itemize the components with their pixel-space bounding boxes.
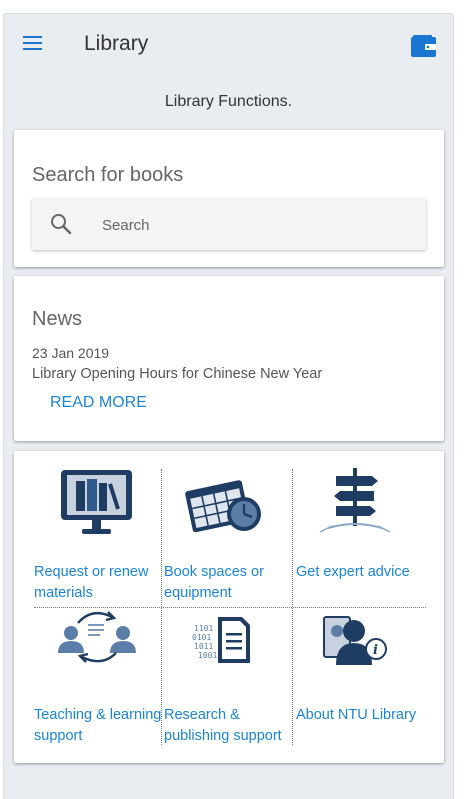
svg-text:0101: 0101: [192, 633, 211, 642]
wallet-icon[interactable]: [411, 35, 436, 57]
grid-divider: [34, 607, 426, 608]
tile-label: Book spaces or equipment: [164, 564, 264, 601]
search-icon: [51, 214, 72, 235]
svg-text:1001: 1001: [198, 651, 217, 660]
tile-request-renew[interactable]: Request or renew materials: [28, 466, 158, 606]
news-card: News 23 Jan 2019 Library Opening Hours f…: [14, 276, 444, 441]
app-frame: Library Library Functions. Search for bo…: [4, 14, 453, 799]
section-subtitle: Library Functions.: [164, 93, 293, 110]
signpost-icon: [290, 466, 420, 541]
app-bar: Library: [4, 14, 453, 76]
search-bar[interactable]: [32, 198, 426, 250]
search-input[interactable]: [100, 210, 404, 240]
tile-research-publishing[interactable]: 1101 0101 1011 1001 Research & publishin…: [158, 609, 288, 749]
binary-document-icon: 1101 0101 1011 1001: [158, 609, 288, 684]
person-info-icon: i: [290, 609, 420, 684]
news-title: News: [32, 308, 83, 330]
search-card-title: Search for books: [32, 164, 184, 186]
tile-about-library[interactable]: i About NTU Library: [290, 609, 420, 749]
computer-books-icon: [28, 466, 158, 541]
svg-text:1101: 1101: [194, 624, 213, 633]
page-title: Library: [84, 32, 149, 55]
tile-label: Teaching & learning support: [34, 707, 162, 744]
news-headline: Library Opening Hours for Chinese New Ye…: [32, 366, 323, 382]
tile-expert-advice[interactable]: Get expert advice: [290, 466, 420, 606]
services-grid: Request or renew materials Book spaces o…: [14, 451, 444, 763]
tile-book-spaces[interactable]: Book spaces or equipment: [158, 466, 288, 606]
svg-text:1011: 1011: [194, 642, 213, 651]
search-card: Search for books: [14, 130, 444, 267]
tile-teaching-learning[interactable]: Teaching & learning support: [28, 609, 161, 749]
news-date: 23 Jan 2019: [32, 345, 110, 361]
tile-label: About NTU Library: [296, 707, 417, 723]
calendar-clock-icon: [158, 466, 288, 541]
tile-label: Research & publishing support: [164, 707, 282, 744]
menu-icon[interactable]: [23, 36, 42, 52]
read-more-button[interactable]: READ MORE: [50, 394, 147, 412]
tile-label: Request or renew materials: [34, 564, 149, 601]
people-exchange-icon: [28, 609, 158, 684]
tile-label: Get expert advice: [296, 564, 410, 580]
svg-text:i: i: [373, 643, 378, 658]
